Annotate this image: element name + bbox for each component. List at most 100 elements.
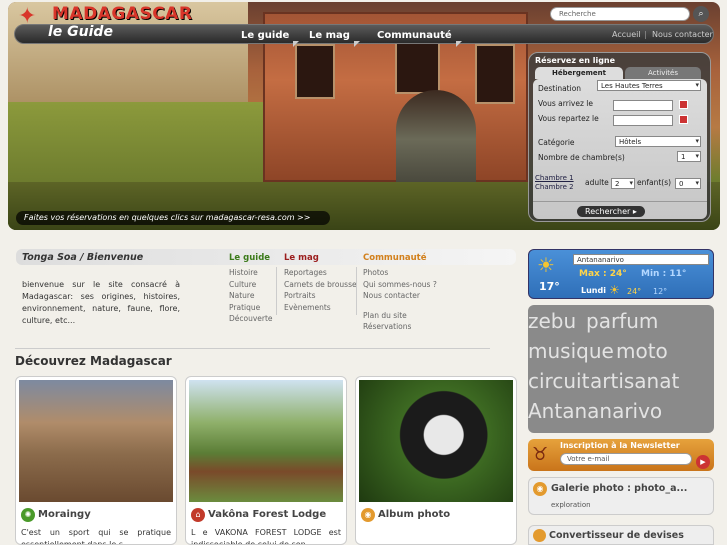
room-1-link[interactable]: Chambre 1 xyxy=(535,174,574,182)
destination-label: Destination xyxy=(538,84,582,93)
menu-link-portraits[interactable]: Portraits xyxy=(284,290,358,302)
column-divider xyxy=(276,267,277,315)
menu-link-evenements[interactable]: Evènements xyxy=(284,302,358,314)
nav-le-guide[interactable]: Le guide xyxy=(241,30,300,47)
menu-link-reservations[interactable]: Réservations xyxy=(363,321,453,333)
menu-link-plan-du-site[interactable]: Plan du site xyxy=(363,310,453,322)
menu-link-qui-sommes-nous[interactable]: Qui sommes-nous ? xyxy=(363,279,453,291)
star-icon: ✺ xyxy=(21,508,35,522)
tag-link[interactable]: parfum xyxy=(586,311,658,331)
camera-icon: ◉ xyxy=(361,508,375,522)
tag-cloud: zebu parfum musique moto circuit artisan… xyxy=(528,305,714,433)
booking-title: Réservez en ligne xyxy=(535,56,616,65)
destination-select[interactable]: Les Hautes Terres xyxy=(597,80,701,91)
card-text: C'est un sport qui se pratique essentiel… xyxy=(21,528,171,545)
hotel-icon: ⌂ xyxy=(191,508,205,522)
vakona-photo[interactable] xyxy=(189,380,343,502)
madagascar-map-icon[interactable]: ✦ xyxy=(18,6,48,28)
gallery-title[interactable]: Galerie photo : photo_a... xyxy=(551,483,687,494)
zebu-icon: ♉ xyxy=(532,444,549,465)
weather-widget: ☀ Antananarivo 17° Max : 24° Min : 11° L… xyxy=(528,249,714,299)
forecast-day: Lundi xyxy=(581,286,606,295)
arrive-date-input[interactable] xyxy=(613,100,673,111)
menu-link-decouverte[interactable]: Découverte xyxy=(229,313,303,325)
card-title[interactable]: Album photo xyxy=(378,509,450,520)
converter-title: Convertisseur de devises xyxy=(549,530,684,541)
nav-communaute[interactable]: Communauté xyxy=(377,30,462,47)
search-input[interactable]: Recherche xyxy=(550,7,690,21)
child-label: enfant(s) xyxy=(637,178,672,187)
arrive-label: Vous arrivez le xyxy=(538,99,593,108)
calendar-icon[interactable] xyxy=(679,100,688,109)
search-icon[interactable]: ⌕ xyxy=(693,6,709,22)
sun-cloud-icon: ☀ xyxy=(537,253,555,277)
gallery-subtitle: exploration xyxy=(551,501,591,509)
link-nous-contacter[interactable]: Nous contacter xyxy=(652,30,713,39)
welcome-text: bienvenue sur le site consacré à Madagas… xyxy=(22,280,180,325)
depart-date-input[interactable] xyxy=(613,115,673,126)
camera-icon: ◉ xyxy=(533,482,547,496)
tab-hebergement[interactable]: Hébergement xyxy=(535,67,623,79)
newsletter-submit-button[interactable]: ▶ xyxy=(696,455,710,469)
room-2-label: Chambre 2 xyxy=(535,183,574,191)
logo-subtitle[interactable]: le Guide xyxy=(48,24,113,40)
column-heading[interactable]: Communauté xyxy=(363,253,453,263)
card-text: L e VAKONA FOREST LODGE est indissociabl… xyxy=(191,528,341,545)
category-select[interactable]: Hôtels xyxy=(615,136,701,147)
rooms-select[interactable]: 1 xyxy=(677,151,701,162)
booking-panel: Réservez en ligne Hébergement Activités … xyxy=(528,52,711,222)
tag-link[interactable]: zebu xyxy=(528,311,576,331)
depart-label: Vous repartez le xyxy=(538,114,599,123)
booking-form: Destination Les Hautes Terres Vous arriv… xyxy=(533,79,707,219)
discover-title: Découvrez Madagascar xyxy=(15,354,172,368)
main-navbar xyxy=(14,24,714,44)
column-heading[interactable]: Le mag xyxy=(284,253,358,263)
column-communaute: Communauté Photos Qui sommes-nous ? Nous… xyxy=(363,253,453,333)
forecast-max: 24° xyxy=(627,287,642,296)
sun-cloud-icon: ☀ xyxy=(609,283,620,297)
child-select[interactable]: 0 xyxy=(675,178,701,189)
newsletter-widget: ♉ Inscription à la Newsletter Votre e-ma… xyxy=(528,439,714,471)
rooms-label: Nombre de chambre(s) xyxy=(538,153,625,162)
toplink-separator: | xyxy=(644,30,647,39)
tag-link[interactable]: musique xyxy=(528,341,614,361)
card-vakona-lodge[interactable]: ⌂ Vakôna Forest Lodge L e VAKONA FOREST … xyxy=(185,376,347,545)
gallery-widget[interactable]: ◉ Galerie photo : photo_a... exploration xyxy=(528,477,714,515)
moraingy-photo[interactable] xyxy=(19,380,173,502)
page: ✦ MADAGASCAR le Guide Le guide Le mag Co… xyxy=(0,0,727,545)
lemur-photo[interactable] xyxy=(359,380,513,502)
current-temp: 17° xyxy=(539,280,560,293)
nav-le-mag[interactable]: Le mag xyxy=(309,30,360,47)
logo-title[interactable]: MADAGASCAR xyxy=(52,4,192,24)
card-title[interactable]: Vakôna Forest Lodge xyxy=(208,509,326,520)
tag-link[interactable]: Antananarivo xyxy=(528,401,662,421)
adult-select[interactable]: 2 xyxy=(611,178,635,189)
section-divider xyxy=(15,348,490,349)
card-moraingy[interactable]: ✺ Moraingy C'est un sport qui se pratiqu… xyxy=(15,376,177,545)
forecast-min: 12° xyxy=(653,287,668,296)
email-field[interactable]: Votre e-mail xyxy=(560,453,692,465)
menu-link-carnets[interactable]: Carnets de brousse xyxy=(284,279,358,291)
city-select[interactable]: Antananarivo xyxy=(573,254,709,265)
tag-link[interactable]: moto xyxy=(616,341,668,361)
menu-link-photos[interactable]: Photos xyxy=(363,267,453,279)
menu-link-nous-contacter[interactable]: Nous contacter xyxy=(363,290,453,302)
reservation-tagline-link[interactable]: Faites vos réservations en quelques clic… xyxy=(16,211,330,225)
column-le-mag: Le mag Reportages Carnets de brousse Por… xyxy=(284,253,358,313)
search-booking-button[interactable]: Rechercher ▸ xyxy=(577,206,645,217)
link-accueil[interactable]: Accueil xyxy=(612,30,641,39)
category-label: Catégorie xyxy=(538,138,575,147)
min-temp: Min : 11° xyxy=(641,269,687,279)
max-temp: Max : 24° xyxy=(579,269,627,279)
tag-link[interactable]: circuit xyxy=(528,371,589,391)
card-title[interactable]: Moraingy xyxy=(38,509,91,520)
adult-label: adulte xyxy=(585,178,609,187)
tag-link[interactable]: artisanat xyxy=(590,371,679,391)
menu-link-reportages[interactable]: Reportages xyxy=(284,267,358,279)
calendar-icon[interactable] xyxy=(679,115,688,124)
card-album-photo[interactable]: ◉ Album photo xyxy=(355,376,517,545)
welcome-title: Tonga Soa / Bienvenue xyxy=(22,252,144,263)
tab-activites[interactable]: Activités xyxy=(625,67,701,79)
currency-converter-widget[interactable]: Convertisseur de devises xyxy=(528,525,714,545)
welcome-section: Tonga Soa / Bienvenue bienvenue sur le s… xyxy=(16,249,516,341)
